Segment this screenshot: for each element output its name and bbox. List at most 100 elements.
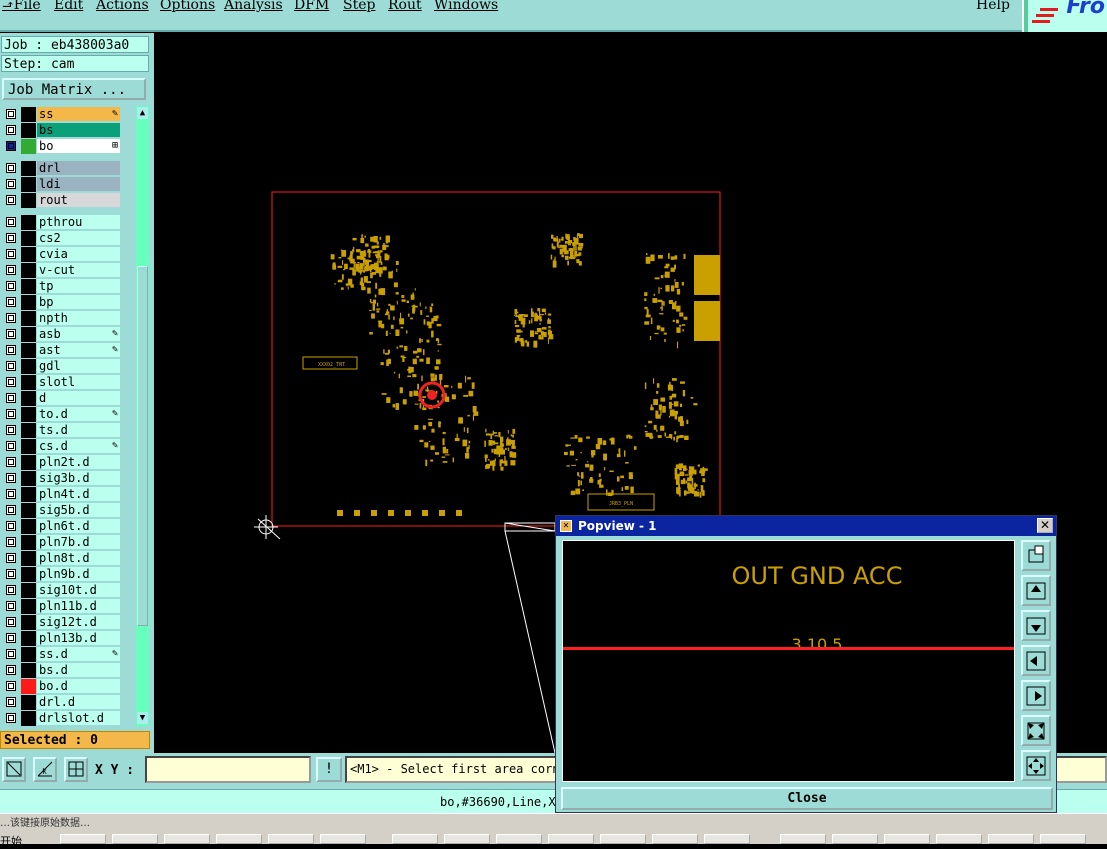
layer-row[interactable]: pln6t.d bbox=[0, 518, 124, 534]
layer-name[interactable]: sig5b.d bbox=[37, 503, 120, 517]
pan-right-button[interactable] bbox=[1021, 680, 1051, 711]
layer-checkbox[interactable] bbox=[6, 569, 16, 579]
zoom-area-button[interactable] bbox=[2, 757, 26, 782]
layer-checkbox[interactable] bbox=[6, 249, 16, 259]
layer-row[interactable]: cs2 bbox=[0, 230, 124, 246]
menu-step[interactable]: Step bbox=[343, 0, 375, 13]
layer-color-swatch[interactable] bbox=[21, 161, 36, 176]
layer-color-swatch[interactable] bbox=[21, 193, 36, 208]
layer-checkbox[interactable] bbox=[6, 361, 16, 371]
layer-name[interactable]: bo.d bbox=[37, 679, 120, 693]
pan-up-button[interactable] bbox=[1021, 575, 1051, 606]
layer-color-swatch[interactable] bbox=[21, 711, 36, 726]
layer-checkbox[interactable] bbox=[6, 345, 16, 355]
pan-all-button[interactable] bbox=[1021, 750, 1051, 781]
scroll-up-icon[interactable]: ▲ bbox=[137, 107, 148, 119]
layer-name[interactable]: bs bbox=[37, 123, 120, 137]
layer-name[interactable]: cs.d ✎ bbox=[37, 439, 120, 453]
layer-checkbox[interactable] bbox=[6, 665, 16, 675]
layer-color-swatch[interactable] bbox=[21, 503, 36, 518]
layer-row[interactable]: sig5b.d bbox=[0, 502, 124, 518]
menu-edit[interactable]: Edit bbox=[54, 0, 83, 13]
menu-rout[interactable]: Rout bbox=[388, 0, 422, 13]
layer-name[interactable]: sig12t.d bbox=[37, 615, 120, 629]
layer-color-swatch[interactable] bbox=[21, 263, 36, 278]
layer-checkbox[interactable] bbox=[6, 233, 16, 243]
layer-color-swatch[interactable] bbox=[21, 535, 36, 550]
layer-name[interactable]: v-cut bbox=[37, 263, 120, 277]
layer-name[interactable]: ss ✎ bbox=[37, 107, 120, 121]
menu-dfm[interactable]: DFM bbox=[294, 0, 329, 13]
xy-input[interactable] bbox=[145, 756, 311, 783]
layer-name[interactable]: pln11b.d bbox=[37, 599, 120, 613]
menu-analysis[interactable]: Analysis bbox=[224, 0, 283, 13]
layer-name[interactable]: bs.d bbox=[37, 663, 120, 677]
popview-canvas[interactable]: OUT GND ACC 3 10 5 bbox=[562, 540, 1015, 782]
layer-row[interactable]: asb ✎ bbox=[0, 326, 124, 342]
layer-color-swatch[interactable] bbox=[21, 279, 36, 294]
layer-name[interactable]: gdl bbox=[37, 359, 120, 373]
layer-checkbox[interactable] bbox=[6, 521, 16, 531]
layer-row[interactable]: pln8t.d bbox=[0, 550, 124, 566]
layer-name[interactable]: slotl bbox=[37, 375, 120, 389]
layer-checkbox[interactable] bbox=[6, 109, 16, 119]
layer-checkbox[interactable] bbox=[6, 125, 16, 135]
start-button[interactable]: 开始 bbox=[0, 833, 22, 849]
layer-checkbox[interactable] bbox=[6, 281, 16, 291]
layer-row[interactable]: ss.d ✎ bbox=[0, 646, 124, 662]
layer-color-swatch[interactable] bbox=[21, 423, 36, 438]
layer-row[interactable]: bo ⊞ bbox=[0, 138, 124, 154]
layer-color-swatch[interactable] bbox=[21, 583, 36, 598]
layer-row[interactable]: ss ✎ bbox=[0, 106, 124, 122]
snap-button[interactable] bbox=[64, 757, 88, 782]
menu-actions[interactable]: Actions bbox=[96, 0, 149, 13]
layer-color-swatch[interactable] bbox=[21, 599, 36, 614]
layer-checkbox[interactable] bbox=[6, 489, 16, 499]
layer-checkbox[interactable] bbox=[6, 141, 16, 151]
zoom-fit-button[interactable] bbox=[1021, 540, 1051, 571]
layer-row[interactable]: slotl bbox=[0, 374, 124, 390]
layer-row[interactable]: pthrou bbox=[0, 214, 124, 230]
layer-checkbox[interactable] bbox=[6, 505, 16, 515]
layer-name[interactable]: asb ✎ bbox=[37, 327, 120, 341]
layer-row[interactable]: v-cut bbox=[0, 262, 124, 278]
layer-color-swatch[interactable] bbox=[21, 567, 36, 582]
layer-name[interactable]: ldi bbox=[37, 177, 120, 191]
layer-name[interactable]: pln2t.d bbox=[37, 455, 120, 469]
layer-checkbox[interactable] bbox=[6, 425, 16, 435]
layer-checkbox[interactable] bbox=[6, 457, 16, 467]
layer-color-swatch[interactable] bbox=[21, 107, 36, 122]
layer-color-swatch[interactable] bbox=[21, 177, 36, 192]
layer-color-swatch[interactable] bbox=[21, 487, 36, 502]
layer-color-swatch[interactable] bbox=[21, 455, 36, 470]
layer-row[interactable]: gdl bbox=[0, 358, 124, 374]
layer-name[interactable]: ss.d ✎ bbox=[37, 647, 120, 661]
layer-row[interactable]: sig10t.d bbox=[0, 582, 124, 598]
menu-options[interactable]: Options bbox=[160, 0, 215, 13]
layer-color-swatch[interactable] bbox=[21, 311, 36, 326]
layer-color-swatch[interactable] bbox=[21, 359, 36, 374]
popview-titlebar[interactable]: ✕ Popview - 1 ✕ bbox=[556, 516, 1056, 536]
scroll-thumb[interactable] bbox=[137, 266, 148, 626]
layer-name[interactable]: pln13b.d bbox=[37, 631, 120, 645]
layer-checkbox[interactable] bbox=[6, 313, 16, 323]
close-icon[interactable]: ✕ bbox=[1037, 518, 1053, 533]
layer-row[interactable]: ts.d bbox=[0, 422, 124, 438]
layer-checkbox[interactable] bbox=[6, 537, 16, 547]
layer-row[interactable]: pln2t.d bbox=[0, 454, 124, 470]
layer-color-swatch[interactable] bbox=[21, 139, 36, 154]
layer-row[interactable]: to.d ✎ bbox=[0, 406, 124, 422]
layer-color-swatch[interactable] bbox=[21, 391, 36, 406]
layer-row[interactable]: npth bbox=[0, 310, 124, 326]
layer-row[interactable]: rout bbox=[0, 192, 124, 208]
layer-row[interactable]: cvia bbox=[0, 246, 124, 262]
layer-name[interactable]: tp bbox=[37, 279, 120, 293]
layer-checkbox[interactable] bbox=[6, 553, 16, 563]
layer-list-scrollbar[interactable]: ▲ ▼ bbox=[136, 106, 149, 726]
measure-button[interactable]: k bbox=[33, 757, 57, 782]
layer-checkbox[interactable] bbox=[6, 633, 16, 643]
layer-color-swatch[interactable] bbox=[21, 123, 36, 138]
alert-button[interactable]: ! bbox=[316, 757, 342, 782]
layer-name[interactable]: pln8t.d bbox=[37, 551, 120, 565]
layer-checkbox[interactable] bbox=[6, 681, 16, 691]
